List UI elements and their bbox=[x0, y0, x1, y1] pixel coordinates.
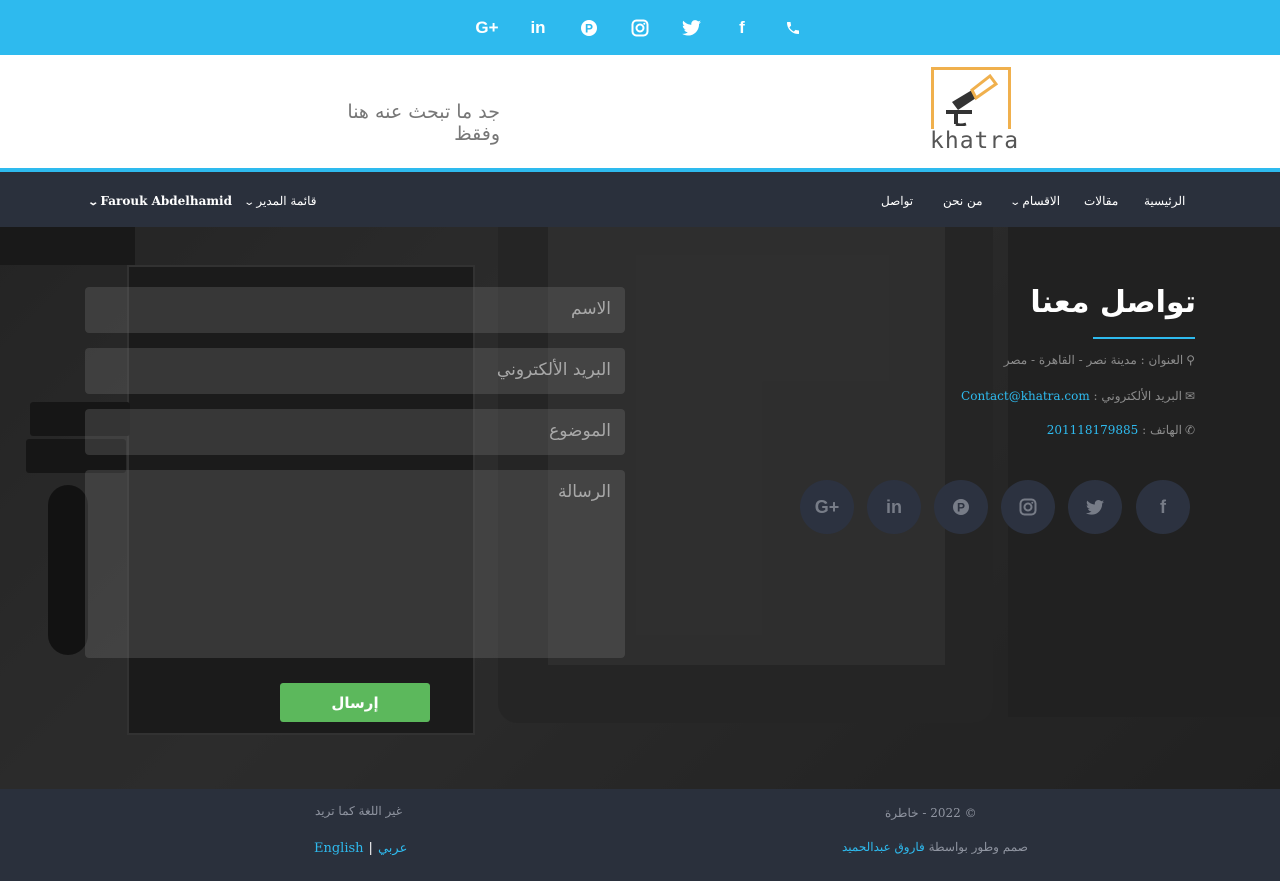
chevron-down-icon: ⌄ bbox=[1009, 197, 1022, 208]
instagram-icon[interactable] bbox=[1001, 480, 1055, 534]
site-header: جد ما تبحث عنه هنا وفقظ khatra bbox=[0, 55, 1280, 172]
nav-home[interactable]: الرئيسية bbox=[1144, 194, 1185, 208]
linkedin-icon[interactable]: in bbox=[524, 14, 552, 42]
nav-admin-label: قائمة المدير bbox=[256, 194, 317, 208]
nav-sections[interactable]: الاقسام⌄ bbox=[1008, 194, 1060, 208]
linkedin-icon[interactable]: in bbox=[867, 480, 921, 534]
nav-about[interactable]: من نحن bbox=[943, 194, 983, 208]
site-tagline: جد ما تبحث عنه هنا وفقظ bbox=[347, 101, 500, 145]
credits-line: صمم وطور بواسطة فاروق عبدالحميد bbox=[842, 840, 1028, 854]
phone-icon[interactable] bbox=[779, 14, 807, 42]
twitter-icon[interactable] bbox=[677, 14, 705, 42]
language-switcher: English | عربي bbox=[314, 841, 407, 856]
lang-separator: | bbox=[368, 841, 373, 856]
lang-arabic-link[interactable]: عربي bbox=[378, 841, 407, 856]
site-footer: © 2022 - خاطرة صمم وطور بواسطة فاروق عبد… bbox=[0, 789, 1280, 881]
nav-articles[interactable]: مقالات bbox=[1084, 194, 1118, 208]
title-underline bbox=[1093, 337, 1195, 339]
site-logo[interactable]: khatra bbox=[928, 64, 1020, 154]
lang-english-link[interactable]: English bbox=[314, 841, 364, 856]
address-text: العنوان : مدينة نصر - القاهرة - مصر bbox=[1003, 353, 1184, 367]
chevron-down-icon: ⌄ bbox=[243, 197, 256, 208]
email-field[interactable]: البريد الألكتروني bbox=[85, 348, 625, 394]
copyright-text: © 2022 - خاطرة bbox=[885, 806, 977, 820]
phone-icon: ✆ bbox=[1184, 423, 1195, 437]
nav-admin-menu[interactable]: قائمة المدير⌄ bbox=[242, 194, 317, 208]
main-navbar: الرئيسية مقالات الاقسام⌄ من نحن تواصل قا… bbox=[0, 176, 1280, 227]
nav-contact[interactable]: تواصل bbox=[881, 194, 913, 208]
nav-user-menu[interactable]: ⌄Farouk Abdelhamid bbox=[86, 194, 232, 208]
pencil-icon bbox=[946, 73, 999, 126]
credits-text: صمم وطور بواسطة bbox=[928, 840, 1028, 854]
google-plus-icon[interactable]: G+ bbox=[473, 14, 501, 42]
email-line: ✉البريد الألكتروني : Contact@khatra.com bbox=[961, 389, 1195, 403]
name-field[interactable]: الاسم bbox=[85, 287, 625, 333]
google-plus-icon[interactable]: G+ bbox=[800, 480, 854, 534]
facebook-icon[interactable]: f bbox=[1136, 480, 1190, 534]
author-link[interactable]: فاروق عبدالحميد bbox=[842, 840, 925, 854]
chevron-down-icon: ⌄ bbox=[87, 197, 100, 208]
twitter-icon[interactable] bbox=[1068, 480, 1122, 534]
top-social-bar: G+ in P f bbox=[0, 0, 1280, 55]
phone-line: ✆الهاتف : 201118179885 bbox=[1047, 423, 1195, 437]
email-link[interactable]: Contact@khatra.com bbox=[961, 389, 1090, 403]
phone-link[interactable]: 201118179885 bbox=[1047, 423, 1139, 437]
svg-text:P: P bbox=[957, 501, 965, 515]
change-language-text: غير اللغة كما تريد bbox=[315, 804, 403, 818]
nav-sections-label: الاقسام bbox=[1022, 194, 1061, 208]
nav-user-label: Farouk Abdelhamid bbox=[100, 194, 233, 208]
message-field[interactable]: الرسالة bbox=[85, 470, 625, 658]
send-button[interactable]: إرسال bbox=[280, 683, 430, 722]
subject-field[interactable]: الموضوع bbox=[85, 409, 625, 455]
instagram-icon[interactable] bbox=[626, 14, 654, 42]
contact-section: الاسم البريد الألكتروني الموضوع الرسالة … bbox=[0, 227, 1280, 789]
email-label: البريد الألكتروني : bbox=[1093, 389, 1182, 403]
logo-wordmark: khatra bbox=[930, 128, 1020, 154]
svg-text:P: P bbox=[585, 22, 593, 36]
pinterest-icon[interactable]: P bbox=[934, 480, 988, 534]
address-line: ⚲العنوان : مدينة نصر - القاهرة - مصر bbox=[1004, 353, 1195, 367]
phone-label: الهاتف : bbox=[1142, 423, 1182, 437]
facebook-icon[interactable]: f bbox=[728, 14, 756, 42]
contact-title: تواصل معنا bbox=[1030, 285, 1196, 320]
pinterest-icon[interactable]: P bbox=[575, 14, 603, 42]
envelope-icon: ✉ bbox=[1184, 389, 1195, 403]
map-marker-icon: ⚲ bbox=[1186, 353, 1195, 367]
